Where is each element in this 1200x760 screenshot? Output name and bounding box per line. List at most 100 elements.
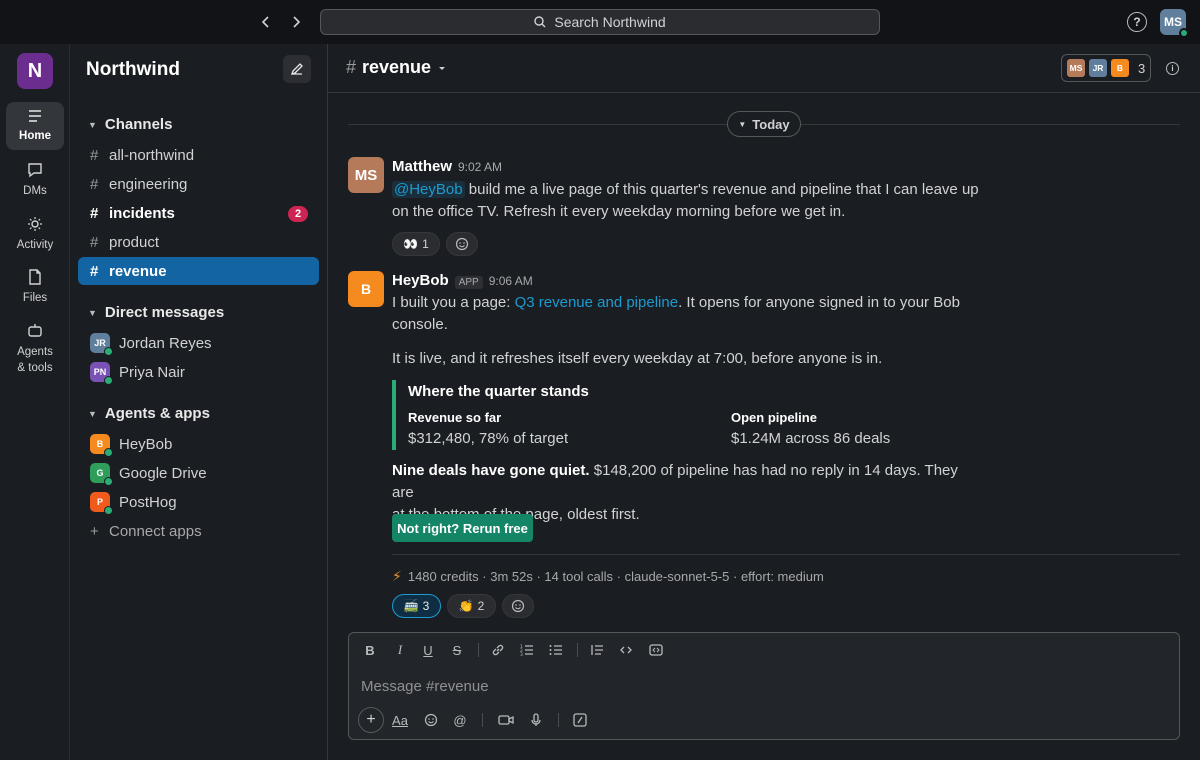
chat-bubble-icon [28, 163, 42, 178]
message-time[interactable]: 9:06 AM [489, 274, 533, 288]
app-name: PostHog [119, 493, 177, 511]
add-reaction-button[interactable] [502, 594, 534, 618]
rail-label-dms: DMs [23, 185, 47, 197]
compose-button[interactable] [283, 55, 311, 83]
shortcuts-button[interactable] [568, 711, 592, 729]
strikethrough-button[interactable]: S [444, 641, 470, 659]
rail-item-agents[interactable]: Agents & tools [6, 322, 64, 376]
sidebar-item-engineering[interactable]: # engineering [78, 170, 319, 198]
link-button[interactable] [485, 641, 511, 659]
eyes-icon: 👀 [403, 237, 419, 251]
dm-section-header[interactable]: ▼ Direct messages [88, 304, 224, 321]
user-avatar[interactable]: MS [1160, 9, 1189, 38]
code-block-button[interactable] [643, 641, 669, 659]
member-avatar: JR [1088, 58, 1108, 78]
attach-button[interactable]: + [358, 707, 384, 733]
reaction-clap[interactable]: 👏 2 [447, 594, 496, 618]
sidebar-item-all-northwind[interactable]: # all-northwind [78, 141, 319, 169]
chevron-right-icon[interactable] [286, 12, 306, 32]
svg-text:3: 3 [520, 652, 523, 657]
add-reaction-icon [511, 599, 525, 613]
connect-apps-button[interactable]: + Connect apps [78, 517, 319, 545]
add-reaction-button[interactable] [446, 232, 478, 256]
plus-icon: + [366, 711, 376, 728]
workspace-logo[interactable]: N [17, 53, 53, 89]
app-name: HeyBob [119, 435, 173, 453]
message-author[interactable]: Matthew [392, 158, 452, 175]
user-mention[interactable]: @HeyBob [392, 181, 465, 198]
search-input[interactable]: Search Northwind [320, 9, 880, 35]
search-placeholder: Search Northwind [554, 14, 666, 30]
toolbar-divider [558, 713, 559, 727]
blockquote-button[interactable] [584, 641, 610, 659]
message-text: console. [392, 316, 448, 333]
channel-title[interactable]: # revenue [346, 57, 447, 78]
code-block-icon [649, 644, 663, 656]
ordered-list-icon: 123 [520, 644, 533, 657]
microphone-icon [531, 713, 541, 726]
rail-item-dms[interactable]: DMs [6, 161, 64, 199]
trolleybus-icon: 🚎 [403, 599, 419, 613]
mention-button[interactable]: @ [448, 711, 472, 729]
sidebar-item-posthog[interactable]: P PostHog [78, 488, 319, 516]
message-time[interactable]: 9:02 AM [458, 160, 502, 174]
channels-section-header[interactable]: ▼ Channels [88, 116, 172, 133]
dm-name: Priya Nair [119, 363, 185, 381]
sidebar-item-jordan-reyes[interactable]: JR Jordan Reyes [78, 329, 319, 357]
rail-label-files: Files [22, 292, 48, 304]
file-icon [29, 269, 41, 285]
rail-label-home: Home [19, 130, 51, 142]
sidebar-item-incidents[interactable]: # incidents 2 [78, 199, 319, 227]
emoji-button[interactable] [419, 711, 443, 729]
app-badge: APP [454, 276, 483, 289]
online-status-icon [1179, 28, 1189, 38]
bold-button[interactable]: B [357, 641, 383, 659]
ordered-list-button[interactable]: 123 [514, 641, 540, 659]
message-input[interactable]: Message #revenue [361, 678, 489, 695]
reaction-trolleybus[interactable]: 🚎 3 [392, 594, 441, 618]
apps-section-header[interactable]: ▼ Agents & apps [88, 405, 210, 422]
page-link[interactable]: Q3 revenue and pipeline [515, 294, 678, 311]
message-header: HeyBob APP 9:06 AM [392, 272, 533, 289]
reaction-count: 2 [477, 599, 485, 613]
rail-label-activity: Activity [16, 239, 54, 251]
rail-item-files[interactable]: Files [6, 268, 64, 306]
help-icon[interactable]: ? [1127, 12, 1147, 32]
message-composer: B I U S 123 Message #revenue + Aa @ [348, 632, 1180, 740]
italic-button[interactable]: I [387, 641, 413, 659]
chevron-left-icon[interactable] [256, 12, 276, 32]
avatar[interactable]: MS [348, 157, 384, 193]
rail-item-activity[interactable]: Activity [6, 215, 64, 253]
sidebar-item-revenue[interactable]: # revenue [78, 257, 319, 285]
sidebar-item-priya-nair[interactable]: PN Priya Nair [78, 358, 319, 386]
date-divider-button[interactable]: ▼ Today [727, 111, 801, 137]
members-button[interactable]: MS JR B 3 [1061, 54, 1151, 82]
code-button[interactable] [613, 641, 639, 659]
rail-label-agents-2: & tools [17, 362, 53, 375]
rerun-button[interactable]: Not right? Rerun free [392, 514, 533, 542]
emoji-icon [424, 713, 438, 727]
slash-command-icon [573, 713, 587, 727]
online-status-icon [104, 506, 113, 515]
add-reaction-icon [455, 237, 469, 251]
sidebar-item-product[interactable]: # product [78, 228, 319, 256]
reaction-eyes[interactable]: 👀 1 [392, 232, 440, 256]
info-icon[interactable]: i [1166, 62, 1179, 75]
video-button[interactable] [494, 711, 518, 729]
code-icon [620, 646, 632, 654]
bulleted-list-button[interactable] [543, 641, 569, 659]
rail-item-home[interactable]: Home [6, 102, 64, 150]
workspace-name[interactable]: Northwind [86, 59, 180, 81]
member-avatar: MS [1066, 58, 1086, 78]
member-count: 3 [1138, 60, 1146, 76]
sidebar-item-heybob[interactable]: B HeyBob [78, 430, 319, 458]
avatar[interactable]: B [348, 271, 384, 307]
audio-button[interactable] [524, 711, 548, 729]
bell-icon [28, 217, 42, 231]
text-style-button[interactable]: Aa [388, 711, 412, 729]
underline-button[interactable]: U [415, 641, 441, 659]
sidebar-item-google-drive[interactable]: G Google Drive [78, 459, 319, 487]
unread-badge: 2 [288, 206, 308, 222]
message-author[interactable]: HeyBob [392, 272, 449, 289]
channels-header-label: Channels [104, 116, 173, 133]
